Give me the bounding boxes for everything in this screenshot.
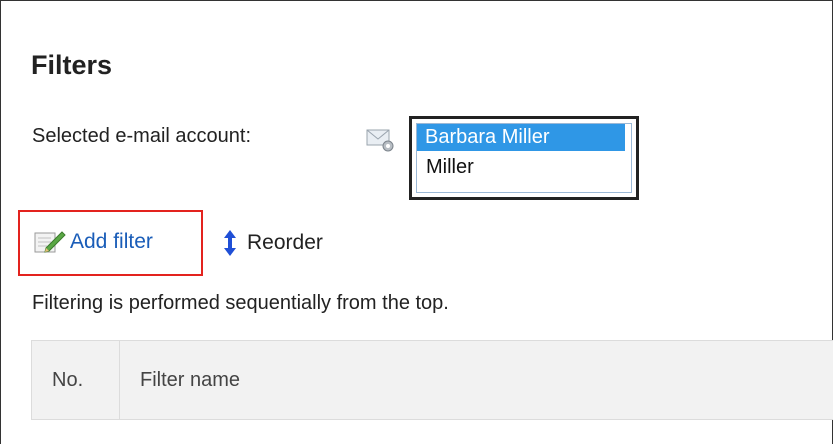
edit-note-icon bbox=[34, 231, 66, 253]
mail-settings-icon bbox=[366, 129, 394, 152]
account-option-miller[interactable]: Miller bbox=[417, 154, 623, 181]
page-title: Filters bbox=[31, 50, 113, 80]
reorder-label: Reorder bbox=[247, 231, 323, 254]
add-filter-label: Add filter bbox=[70, 230, 153, 253]
up-down-arrow-icon bbox=[224, 230, 236, 256]
reorder-link[interactable]: Reorder bbox=[223, 229, 323, 257]
account-label: Selected e-mail account: bbox=[32, 125, 252, 147]
filter-table-header: No. Filter name bbox=[31, 340, 833, 420]
column-header-no: No. bbox=[32, 341, 120, 419]
column-header-filter-name: Filter name bbox=[140, 368, 241, 391]
account-option-barbara-miller[interactable]: Barbara Miller bbox=[417, 124, 625, 151]
add-filter-link[interactable]: Add filter bbox=[33, 229, 153, 255]
filter-order-hint: Filtering is performed sequentially from… bbox=[32, 292, 449, 314]
